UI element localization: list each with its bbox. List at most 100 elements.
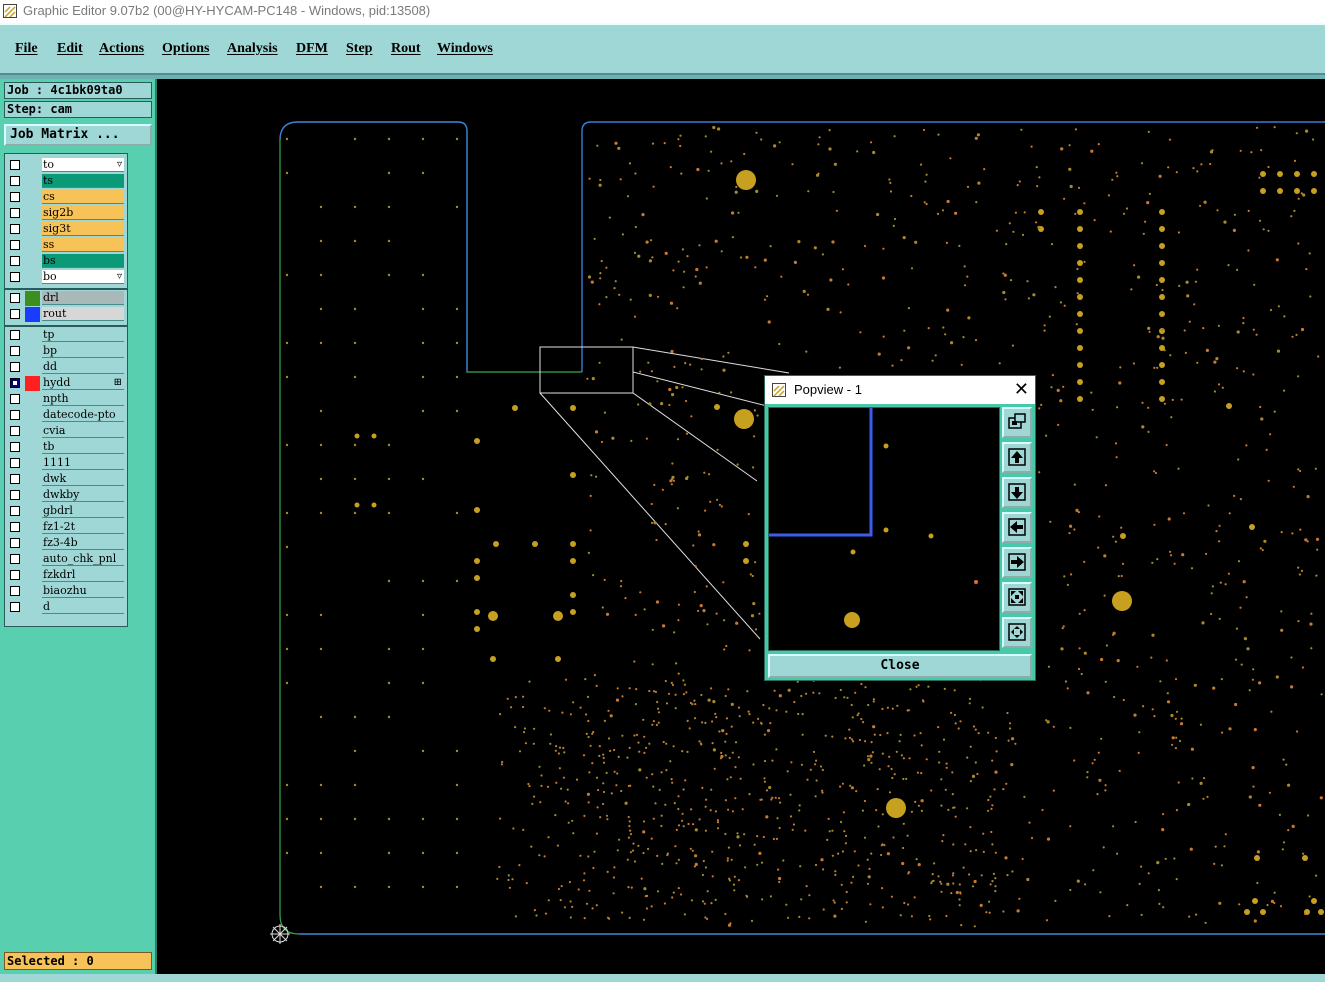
- layer-checkbox[interactable]: [10, 602, 20, 612]
- layer-row-fzkdrl[interactable]: fzkdrl: [5, 568, 127, 583]
- layer-label[interactable]: tb: [42, 440, 124, 454]
- layer-checkbox[interactable]: [10, 538, 20, 548]
- layer-checkbox[interactable]: [10, 522, 20, 532]
- job-matrix-button[interactable]: Job Matrix ...: [4, 124, 152, 146]
- layer-checkbox[interactable]: [10, 240, 20, 250]
- layer-label[interactable]: sig3t: [42, 222, 124, 236]
- layer-checkbox[interactable]: [10, 192, 20, 202]
- layer-row-gbdrl[interactable]: gbdrl: [5, 504, 127, 519]
- layer-label[interactable]: fzkdrl: [42, 568, 124, 582]
- layer-label[interactable]: ss: [42, 238, 124, 252]
- layer-row-bp[interactable]: bp: [5, 344, 127, 359]
- layer-row-fz1-2t[interactable]: fz1-2t: [5, 520, 127, 535]
- layer-checkbox[interactable]: [10, 554, 20, 564]
- popview-titlebar[interactable]: Popview - 1 ✕: [765, 376, 1035, 404]
- layer-row-tp[interactable]: tp: [5, 328, 127, 343]
- pan-right-button[interactable]: [1002, 547, 1032, 578]
- layer-menu-arrow-icon[interactable]: ▿: [117, 270, 122, 283]
- layer-checkbox[interactable]: [10, 309, 20, 319]
- zoom-fit-button[interactable]: [1002, 407, 1032, 438]
- layer-label[interactable]: sig2b: [42, 206, 124, 220]
- layer-checkbox[interactable]: [10, 346, 20, 356]
- layer-row-fz3-4b[interactable]: fz3-4b: [5, 536, 127, 551]
- layer-checkbox[interactable]: [10, 160, 20, 170]
- layer-row-datecode[interactable]: datecode-pto: [5, 408, 127, 423]
- layer-label[interactable]: fz1-2t: [42, 520, 124, 534]
- zoom-in-button[interactable]: [1002, 582, 1032, 613]
- popview-close-button[interactable]: Close: [768, 654, 1032, 678]
- graphic-canvas[interactable]: [157, 79, 1325, 974]
- layer-checkbox[interactable]: [10, 410, 20, 420]
- menu-edit[interactable]: Edit: [57, 41, 83, 57]
- menu-dfm[interactable]: DFM: [296, 41, 328, 57]
- menu-windows[interactable]: Windows: [437, 41, 493, 57]
- layer-checkbox[interactable]: [10, 458, 20, 468]
- layer-label[interactable]: dd: [42, 360, 124, 374]
- layer-row-cs[interactable]: cs: [5, 190, 127, 205]
- layer-row-tb[interactable]: tb: [5, 440, 127, 455]
- layer-label[interactable]: fz3-4b: [42, 536, 124, 550]
- layer-row-hydd[interactable]: hydd ⊞: [5, 376, 127, 391]
- layer-checkbox[interactable]: [10, 394, 20, 404]
- layer-checkbox[interactable]: [10, 293, 20, 303]
- layer-label[interactable]: dwk: [42, 472, 124, 486]
- layer-row-bs[interactable]: bs: [5, 254, 127, 269]
- layer-checkbox[interactable]: [10, 256, 20, 266]
- layer-label[interactable]: tp: [42, 328, 124, 342]
- layer-checkbox[interactable]: [10, 442, 20, 452]
- layer-label[interactable]: rout: [42, 307, 124, 321]
- layer-label[interactable]: bs: [42, 254, 124, 268]
- menu-actions[interactable]: Actions: [99, 41, 144, 57]
- layer-label[interactable]: ts: [42, 174, 124, 188]
- layer-label[interactable]: drl: [42, 291, 124, 305]
- popview-viewport[interactable]: [768, 407, 1000, 651]
- layer-row-1111[interactable]: 1111: [5, 456, 127, 471]
- layer-row-dwkby[interactable]: dwkby: [5, 488, 127, 503]
- layer-checkbox[interactable]: [10, 474, 20, 484]
- layer-row-cvia[interactable]: cvia: [5, 424, 127, 439]
- layer-label[interactable]: hydd ⊞: [42, 376, 124, 390]
- layer-label[interactable]: to ▿: [42, 158, 124, 172]
- layer-label[interactable]: 1111: [42, 456, 124, 470]
- layer-checkbox[interactable]: [10, 330, 20, 340]
- layer-row-npth[interactable]: npth: [5, 392, 127, 407]
- layer-checkbox[interactable]: [10, 208, 20, 218]
- layer-label[interactable]: d: [42, 600, 124, 614]
- layer-checkbox[interactable]: [10, 224, 20, 234]
- layer-label[interactable]: bo ▿: [42, 270, 124, 284]
- layer-row-bo[interactable]: bo ▿: [5, 270, 127, 285]
- zoom-out-button[interactable]: [1002, 617, 1032, 648]
- layer-checkbox[interactable]: [10, 570, 20, 580]
- layer-label[interactable]: cs: [42, 190, 124, 204]
- layer-checkbox[interactable]: [10, 426, 20, 436]
- layer-label[interactable]: npth: [42, 392, 124, 406]
- layer-row-dwk[interactable]: dwk: [5, 472, 127, 487]
- layer-row-drl[interactable]: drl: [5, 291, 127, 306]
- close-icon[interactable]: ✕: [1014, 379, 1029, 400]
- layer-label[interactable]: gbdrl: [42, 504, 124, 518]
- menu-analysis[interactable]: Analysis: [227, 41, 278, 57]
- layer-label[interactable]: datecode-pto: [42, 408, 124, 422]
- layer-row-auto-chk-pnl[interactable]: auto_chk_pnl: [5, 552, 127, 567]
- menu-rout[interactable]: Rout: [391, 41, 421, 57]
- layer-menu-arrow-icon[interactable]: ▿: [117, 158, 122, 171]
- layer-row-sig2b[interactable]: sig2b: [5, 206, 127, 221]
- layer-checkbox[interactable]: [10, 506, 20, 516]
- layer-checkbox[interactable]: [10, 490, 20, 500]
- layer-row-to[interactable]: to ▿: [5, 158, 127, 173]
- layer-row-rout[interactable]: rout: [5, 307, 127, 322]
- layer-row-ss[interactable]: ss: [5, 238, 127, 253]
- layer-label[interactable]: bp: [42, 344, 124, 358]
- layer-row-ts[interactable]: ts: [5, 174, 127, 189]
- layer-row-d[interactable]: d: [5, 600, 127, 615]
- layer-menu-icon[interactable]: ⊞: [114, 376, 122, 389]
- layer-row-sig3t[interactable]: sig3t: [5, 222, 127, 237]
- layer-checkbox[interactable]: [10, 362, 20, 372]
- layer-label[interactable]: biaozhu: [42, 584, 124, 598]
- menu-options[interactable]: Options: [162, 41, 209, 57]
- pan-down-button[interactable]: [1002, 477, 1032, 508]
- layer-checkbox[interactable]: [10, 378, 20, 388]
- layer-label[interactable]: cvia: [42, 424, 124, 438]
- menu-step[interactable]: Step: [346, 41, 372, 57]
- menu-file[interactable]: File: [15, 41, 38, 57]
